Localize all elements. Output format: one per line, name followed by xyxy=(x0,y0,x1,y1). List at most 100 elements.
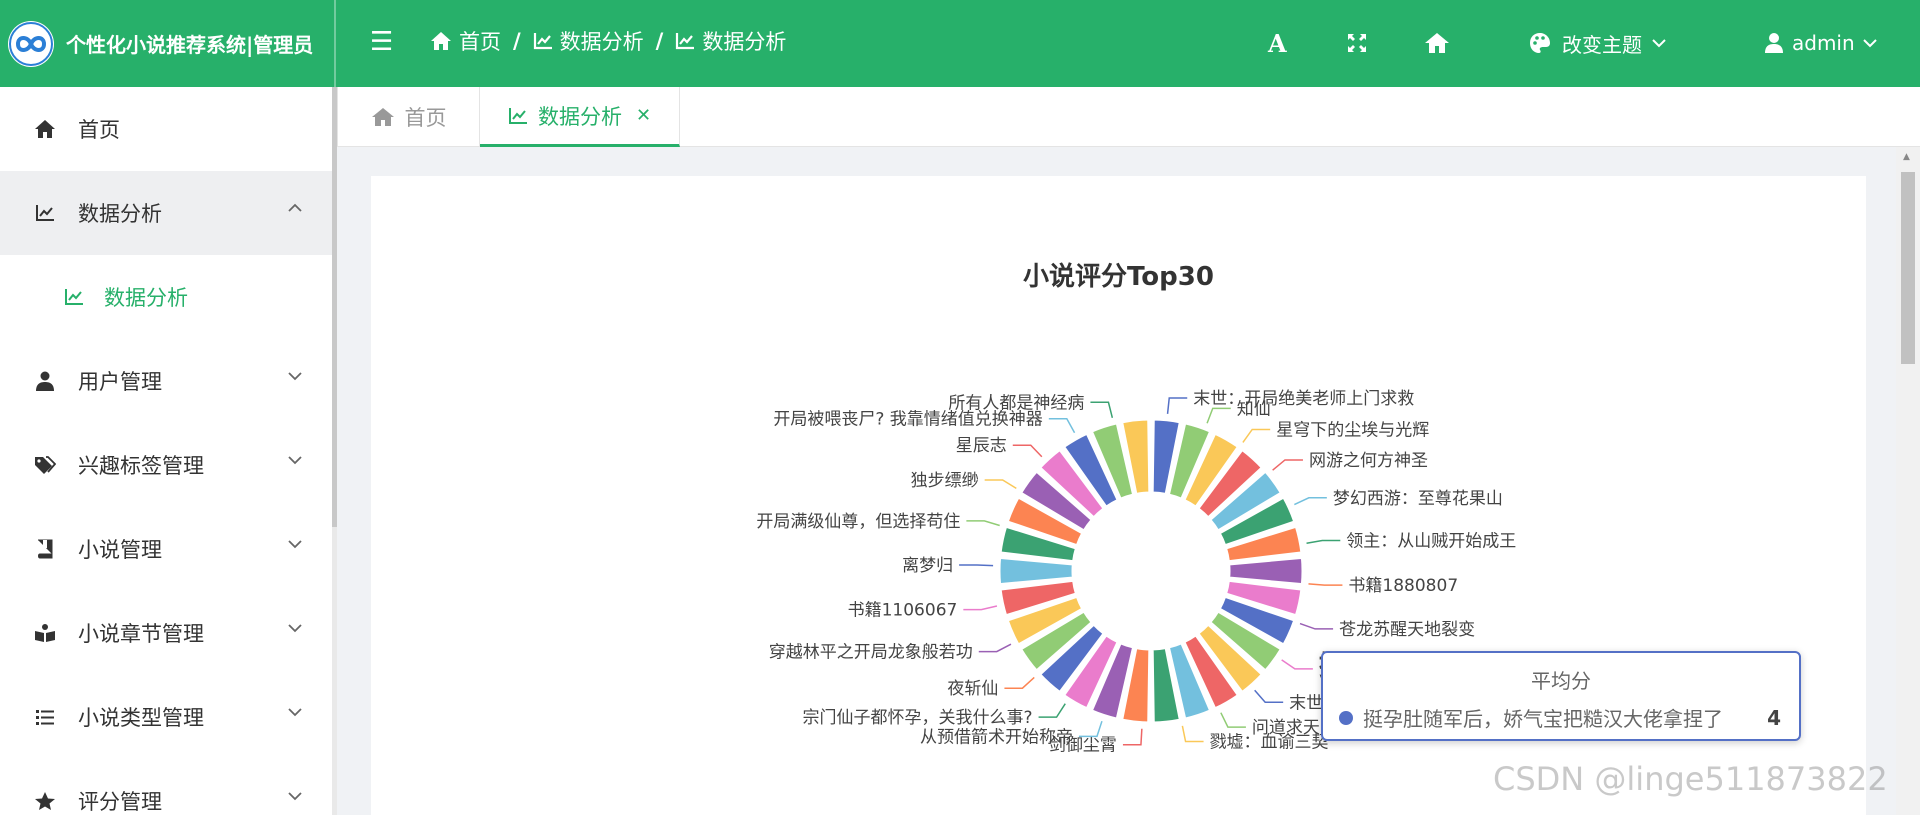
label-leader-line xyxy=(1181,725,1204,743)
chevron-down-icon xyxy=(288,540,302,549)
label-leader-line xyxy=(984,479,1017,490)
sidebar-item-tags[interactable]: 兴趣标签管理 xyxy=(0,423,336,507)
label-leader-line xyxy=(1166,397,1188,414)
slice-label: 书籍1106067 xyxy=(848,601,958,621)
home-icon xyxy=(371,108,394,126)
sidebar-subitem-data-analysis[interactable]: 数据分析 xyxy=(0,255,336,339)
sidebar-item-data-analysis[interactable]: 数据分析 xyxy=(0,171,336,255)
slice-label: 领主：从山贼开始成王 xyxy=(1346,531,1516,551)
user-menu-button[interactable]: admin xyxy=(1764,26,1877,60)
slice-label: 星辰志 xyxy=(956,436,1007,456)
slice-label: 宗门仙子都怀孕，关我什么事? xyxy=(803,708,1033,728)
user-icon xyxy=(1765,33,1783,53)
tooltip-name: 挺孕肚随军后，娇气宝把糙汉大佬拿捏了 xyxy=(1363,707,1723,731)
home-icon xyxy=(431,32,451,50)
breadcrumb-item-analysis[interactable]: 数据分析 xyxy=(533,26,644,56)
brand-divider xyxy=(334,0,336,87)
sidebar-item-label: 评分管理 xyxy=(78,790,162,814)
label-leader-line xyxy=(1206,407,1231,424)
label-leader-line xyxy=(1090,401,1114,418)
book-icon xyxy=(32,539,58,559)
sidebar-item-label: 小说管理 xyxy=(78,538,162,562)
sidebar-item-label: 首页 xyxy=(78,118,120,142)
slice-label: 夜斩仙 xyxy=(947,679,998,699)
label-leader-line xyxy=(1272,459,1303,471)
sidebar-item-types[interactable]: 小说类型管理 xyxy=(0,675,336,759)
sidebar-item-label: 兴趣标签管理 xyxy=(78,454,204,478)
theme-label: 改变主题 xyxy=(1562,32,1642,57)
breadcrumb-item-home[interactable]: 首页 xyxy=(430,26,501,56)
breadcrumb-separator: / xyxy=(655,29,664,53)
chevron-down-icon xyxy=(288,792,302,801)
slice-label: 末世：开局绝美老师上门求救 xyxy=(1193,389,1414,409)
brand-title: 个性化小说推荐系统|管理员 xyxy=(66,33,314,57)
home-icon[interactable] xyxy=(1424,26,1450,60)
sidebar-scrollbar-track xyxy=(332,527,337,815)
series-marker-icon xyxy=(1339,710,1353,725)
close-icon[interactable]: ✕ xyxy=(636,105,651,126)
page-scrollbar-thumb[interactable] xyxy=(1901,172,1915,364)
change-theme-button[interactable]: 改变主题 xyxy=(1528,26,1666,60)
chart-line-icon xyxy=(32,204,58,222)
sidebar-item-chapters[interactable]: 小说章节管理 xyxy=(0,591,336,675)
slice-label: 苍龙苏醒天地裂变 xyxy=(1339,620,1475,640)
chevron-down-icon xyxy=(288,708,302,717)
breadcrumb-separator: / xyxy=(513,29,521,53)
breadcrumb-label: 数据分析 xyxy=(559,30,644,54)
slice-label: 知仙 xyxy=(1237,399,1271,419)
user-icon xyxy=(32,371,58,391)
slice-label: 网游之何方神圣 xyxy=(1309,451,1428,471)
sidebar-item-label: 用户管理 xyxy=(78,370,162,394)
label-leader-line xyxy=(959,564,994,567)
sidebar-scrollbar-thumb[interactable] xyxy=(332,87,337,527)
chevron-up-icon xyxy=(288,203,302,212)
logo-icon xyxy=(8,20,54,67)
tab-home[interactable]: 首页 xyxy=(337,87,480,147)
label-leader-line xyxy=(1281,659,1313,670)
tab-label: 首页 xyxy=(404,106,447,130)
sidebar-item-home[interactable]: 首页 xyxy=(0,87,336,171)
tab-label: 数据分析 xyxy=(537,104,622,129)
breadcrumb-label: 数据分析 xyxy=(702,30,787,54)
tooltip-value: 4 xyxy=(1767,705,1781,730)
tab-data-analysis[interactable]: 数据分析 ✕ xyxy=(480,87,680,147)
label-leader-line xyxy=(1012,444,1043,458)
slice-label: 独步缥缈 xyxy=(911,471,979,491)
sidebar-item-label: 小说章节管理 xyxy=(78,622,204,646)
chart-line-icon xyxy=(64,288,86,306)
slice-label: 开局满级仙尊，但选择苟住 xyxy=(756,512,960,532)
slice-label: 离梦归 xyxy=(902,556,953,576)
label-leader-line xyxy=(1220,712,1246,728)
slice-label: 梦幻西游：至尊花果山 xyxy=(1333,489,1503,509)
sidebar-item-ratings[interactable]: 评分管理 xyxy=(0,759,336,815)
chevron-down-icon xyxy=(288,624,302,633)
label-leader-line xyxy=(1306,539,1341,545)
label-leader-line xyxy=(1299,622,1334,630)
palette-icon xyxy=(1530,33,1550,53)
top-header: 个性化小说推荐系统|管理员 ☰ 首页 / 数据分析 / 数据分析 A 改变主题 … xyxy=(0,0,1920,87)
brand: 个性化小说推荐系统|管理员 xyxy=(0,0,336,87)
chart-line-icon xyxy=(676,33,695,50)
sidebar-item-novels[interactable]: 小说管理 xyxy=(0,507,336,591)
list-icon xyxy=(32,708,58,726)
scroll-up-arrow-icon[interactable]: ▲ xyxy=(1903,152,1910,162)
chevron-down-icon xyxy=(288,456,302,465)
book-open-icon xyxy=(32,623,58,643)
chart-line-icon xyxy=(533,33,552,50)
chevron-down-icon xyxy=(1652,39,1666,48)
username: admin xyxy=(1792,31,1855,55)
slice-label: 戮墟：血谕三契 xyxy=(1210,733,1329,753)
sidebar-item-label: 小说类型管理 xyxy=(78,706,204,730)
slice-label: 书籍1880807 xyxy=(1348,576,1458,596)
fullscreen-icon[interactable] xyxy=(1346,26,1368,60)
label-leader-line xyxy=(1242,428,1271,443)
label-leader-line xyxy=(1254,689,1284,704)
font-size-icon[interactable]: A xyxy=(1268,26,1287,60)
tooltip-title: 平均分 xyxy=(1531,669,1591,693)
label-leader-line xyxy=(978,643,1012,653)
sidebar-item-label: 数据分析 xyxy=(104,286,188,310)
tabs-bar: 首页 数据分析 ✕ xyxy=(337,87,1920,147)
sidebar-item-user-management[interactable]: 用户管理 xyxy=(0,339,336,423)
watermark: CSDN @linge511873822 xyxy=(1493,760,1888,798)
menu-toggle-icon[interactable]: ☰ xyxy=(370,28,393,56)
